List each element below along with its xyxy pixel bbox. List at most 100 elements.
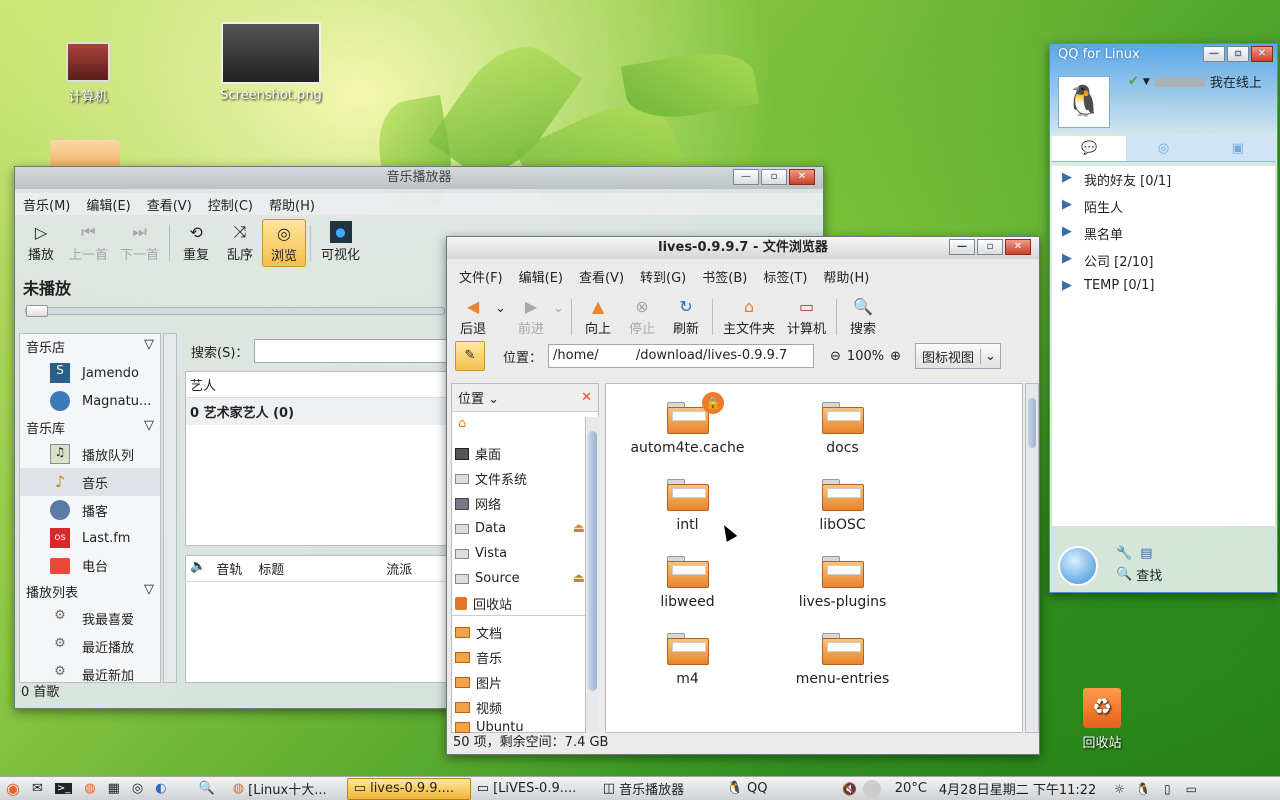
sidebar-item-magnatune[interactable]: Magnatu...: [20, 387, 160, 415]
close-button[interactable]: ✕: [789, 169, 815, 185]
places-item-data[interactable]: Data ⏏: [451, 516, 585, 541]
computer-button[interactable]: ▭ 计算机: [781, 293, 832, 339]
eject-icon[interactable]: ⏏: [573, 521, 585, 536]
artist-list[interactable]: 艺人 0 艺术家艺人 (0): [185, 371, 447, 546]
seek-handle[interactable]: [26, 305, 48, 317]
sidebar-item-music[interactable]: ♪ 音乐: [20, 468, 160, 496]
minimize-button[interactable]: —: [733, 169, 759, 185]
group-item[interactable]: ▶ 陌生人: [1052, 193, 1275, 220]
qq-titlebar[interactable]: QQ for Linux — ▫ ✕: [1050, 44, 1277, 66]
sidebar-item-lastfm[interactable]: os Last.fm: [20, 524, 160, 552]
file-item[interactable]: libOSC: [765, 479, 920, 544]
menu-bookmarks[interactable]: 书签(B): [694, 267, 755, 286]
column-genre[interactable]: 流派: [386, 559, 412, 578]
close-button[interactable]: ✕: [1251, 46, 1273, 62]
weather-icon[interactable]: [862, 779, 881, 798]
back-button[interactable]: ◀ 后退: [451, 293, 495, 339]
clock[interactable]: 4月28日星期二 下午11:22: [933, 778, 1102, 800]
artist-row[interactable]: 0 艺术家艺人 (0): [186, 398, 446, 425]
desktop-trash[interactable]: ♻ 回收站: [1047, 688, 1157, 751]
play-button[interactable]: ▷ 播放: [19, 219, 63, 265]
qq-status-row[interactable]: ✔ ▼ 我在线上: [1128, 72, 1262, 91]
next-button[interactable]: ⏭ 下一首: [114, 219, 165, 265]
back-history-dropdown[interactable]: ⌄: [495, 293, 509, 316]
scroll-thumb[interactable]: [1028, 398, 1036, 448]
location-input[interactable]: /home/ /download/lives-0.9.9.7: [548, 344, 815, 368]
menu-help[interactable]: 帮助(H): [261, 195, 323, 214]
qq-tray-icon[interactable]: 🐧: [1134, 780, 1152, 798]
sun-icon[interactable]: ☼: [1110, 780, 1128, 798]
launcher-disc[interactable]: ◎: [126, 778, 149, 800]
launcher-calculator[interactable]: ▦: [102, 778, 126, 800]
places-selector[interactable]: 位置 ⌄: [458, 388, 499, 407]
task-linux-top10[interactable]: ◍ [Linux十大...: [227, 778, 347, 800]
places-item-vista[interactable]: Vista: [451, 541, 585, 566]
close-pane-icon[interactable]: ✕: [581, 390, 592, 405]
close-button[interactable]: ✕: [1005, 239, 1031, 255]
group-item[interactable]: ▶ 我的好友 [0/1]: [1052, 166, 1275, 193]
tab-friends[interactable]: 💬: [1052, 136, 1127, 161]
menu-tabs[interactable]: 标签(T): [755, 267, 815, 286]
desktop-folder[interactable]: [50, 140, 120, 166]
places-item-home[interactable]: ⌂: [452, 412, 598, 436]
sidebar-item-recent-added[interactable]: ⚙ 最近新加: [20, 660, 160, 682]
files-titlebar[interactable]: lives-0.9.9.7 - 文件浏览器 — ▫ ✕: [447, 237, 1039, 259]
file-item[interactable]: docs: [765, 402, 920, 467]
launcher-browser[interactable]: ◐: [149, 778, 172, 800]
maximize-button[interactable]: ▫: [761, 169, 787, 185]
menu-file[interactable]: 文件(F): [451, 267, 511, 286]
message-manager-icon[interactable]: ▤: [1140, 546, 1152, 561]
seek-slider[interactable]: [25, 305, 445, 317]
launcher-firefox[interactable]: ◍: [78, 778, 101, 800]
file-item[interactable]: menu-entries: [765, 633, 920, 698]
scroll-thumb[interactable]: [588, 431, 597, 691]
places-item-filesystem[interactable]: 文件系统: [451, 466, 585, 491]
weather-temperature[interactable]: 20°C: [889, 778, 933, 800]
sidebar-header-store[interactable]: 音乐店 ▽: [20, 334, 160, 359]
sidebar-item-queue[interactable]: ♫ 播放队列: [20, 440, 160, 468]
places-item-pictures[interactable]: 图片: [451, 670, 585, 695]
track-list[interactable]: 🔈 音轨 标题 流派: [185, 555, 447, 683]
group-item[interactable]: ▶ 公司 [2/10]: [1052, 247, 1275, 274]
qq-avatar[interactable]: 🐧: [1058, 76, 1110, 128]
desktop-computer[interactable]: 计算机: [33, 42, 143, 105]
menu-edit[interactable]: 编辑(E): [511, 267, 571, 286]
tab-recent[interactable]: ▣: [1201, 136, 1275, 161]
menu-help[interactable]: 帮助(H): [815, 267, 877, 286]
task-lives-doc[interactable]: ▭ [LiVES-0.9....: [471, 778, 597, 800]
ubuntu-menu-button[interactable]: ◉: [0, 778, 26, 800]
menu-go[interactable]: 转到(G): [632, 267, 694, 286]
menu-view[interactable]: 查看(V): [571, 267, 632, 286]
task-music-player[interactable]: ◫ 音乐播放器: [597, 778, 721, 800]
menu-view[interactable]: 查看(V): [139, 195, 200, 214]
forward-button[interactable]: ▶ 前进: [509, 293, 553, 339]
refresh-button[interactable]: ↻ 刷新: [664, 293, 708, 339]
places-item-desktop[interactable]: 桌面: [451, 441, 585, 466]
visualization-button[interactable]: ● 可视化: [315, 219, 366, 265]
find-button[interactable]: 🔍 查找: [1116, 565, 1162, 584]
eject-icon[interactable]: ⏏: [573, 571, 585, 586]
places-item-documents[interactable]: 文档: [451, 620, 585, 645]
minimize-button[interactable]: —: [1203, 46, 1225, 62]
shuffle-button[interactable]: ⤨ 乱序: [218, 219, 262, 265]
file-item[interactable]: m4: [610, 633, 765, 698]
repeat-button[interactable]: ⟲ 重复: [174, 219, 218, 265]
search-button[interactable]: 🔍 搜索: [841, 293, 885, 339]
file-item[interactable]: intl: [610, 479, 765, 544]
maximize-button[interactable]: ▫: [1227, 46, 1249, 62]
group-item[interactable]: ▶ TEMP [0/1]: [1052, 274, 1275, 297]
sidebar-scrollbar[interactable]: [163, 333, 177, 683]
battery-icon[interactable]: ▭: [1182, 780, 1200, 798]
clipboard-icon[interactable]: ▯: [1158, 780, 1176, 798]
browse-button[interactable]: ◎ 浏览: [262, 219, 307, 267]
column-title[interactable]: 标题: [258, 559, 376, 578]
icon-view-scrollbar[interactable]: [1025, 383, 1039, 733]
places-item-source[interactable]: Source ⏏: [451, 566, 585, 591]
sidebar-item-favorites[interactable]: ⚙ 我最喜爱: [20, 604, 160, 632]
launcher-terminal[interactable]: >_: [49, 778, 78, 800]
sidebar-item-radio[interactable]: 电台: [20, 552, 160, 579]
up-button[interactable]: ▲ 向上: [576, 293, 620, 339]
launcher-search[interactable]: 🔍: [193, 778, 221, 800]
menu-control[interactable]: 控制(C): [200, 195, 261, 214]
mute-icon[interactable]: 🔇: [841, 780, 859, 798]
